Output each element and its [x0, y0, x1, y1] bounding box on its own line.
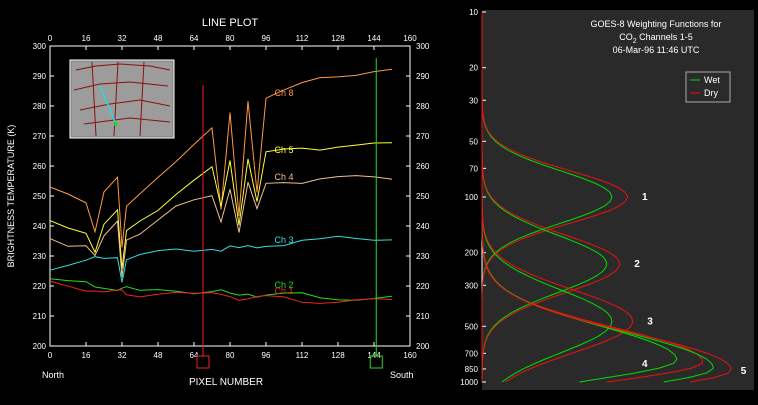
series-label-ch-1: Ch 1 [274, 286, 293, 296]
y-tick-label-right-10: 300 [416, 42, 430, 51]
x-tick-label-top-2: 32 [118, 34, 127, 43]
pressure-tick-label-9: 700 [465, 349, 479, 358]
weighting-function-panel: GOES-8 Weighting Functions for CO2 Chann… [442, 0, 758, 400]
series-label-ch-8: Ch 8 [274, 88, 293, 98]
inset-map-image [69, 59, 175, 139]
y-tick-label-right-2: 220 [416, 282, 430, 291]
weighting-plot-area [482, 10, 754, 390]
line-plot-chart: LINE PLOT PIXEL NUMBER BRIGHTNESS TEMPER… [0, 0, 442, 400]
y-tick-label-right-3: 230 [416, 252, 430, 261]
north-label: North [42, 370, 64, 380]
y-tick-label-right-7: 270 [416, 132, 430, 141]
y-tick-label-left-10: 300 [33, 42, 47, 51]
x-tick-label-bottom-0: 0 [48, 351, 53, 360]
pressure-tick-label-1: 20 [469, 64, 478, 73]
x-tick-label-bottom-7: 112 [296, 351, 309, 360]
weighting-legend: Wet Dry [685, 71, 731, 103]
x-tick-label-top-8: 128 [331, 34, 345, 43]
pressure-tick-label-0: 10 [469, 8, 478, 17]
y-tick-label-right-6: 260 [416, 162, 430, 171]
series-label-ch-4: Ch 4 [274, 172, 293, 182]
y-tick-label-right-1: 210 [416, 312, 430, 321]
x-tick-label-bottom-1: 16 [82, 351, 91, 360]
x-tick-label-bottom-5: 80 [226, 351, 235, 360]
y-tick-label-left-9: 290 [33, 72, 47, 81]
y-tick-label-left-5: 250 [33, 192, 47, 201]
channel-label-5: 5 [741, 366, 747, 377]
channel-label-3: 3 [647, 316, 653, 327]
y-tick-label-right-8: 280 [416, 102, 430, 111]
y-tick-label-right-9: 290 [416, 72, 430, 81]
pressure-tick-label-8: 500 [465, 322, 479, 331]
legend-wet-label: Wet [704, 75, 720, 85]
x-tick-label-bottom-8: 128 [331, 351, 345, 360]
pressure-tick-label-7: 300 [465, 281, 479, 290]
legend-dry-label: Dry [704, 88, 718, 98]
y-axis-label: BRIGHTNESS TEMPERATURE (K) [6, 125, 16, 268]
channel-label-1: 1 [642, 192, 648, 203]
series-label-ch-5: Ch 5 [274, 145, 293, 155]
y-tick-label-right-4: 240 [416, 222, 430, 231]
x-tick-label-top-4: 64 [190, 34, 199, 43]
y-tick-label-left-7: 270 [33, 132, 47, 141]
x-tick-label-bottom-10: 160 [403, 351, 417, 360]
pressure-tick-label-3: 50 [469, 137, 478, 146]
weighting-title-line3: 06-Mar-96 11:46 UTC [613, 45, 700, 55]
x-axis-label: PIXEL NUMBER [189, 377, 263, 388]
weighting-function-chart: GOES-8 Weighting Functions for CO2 Chann… [442, 0, 758, 400]
pressure-tick-label-6: 200 [465, 249, 479, 258]
y-tick-label-left-8: 280 [33, 102, 47, 111]
pressure-tick-label-4: 70 [469, 164, 478, 173]
y-tick-label-right-0: 200 [416, 342, 430, 351]
x-tick-label-top-9: 144 [367, 34, 381, 43]
pressure-tick-label-10: 850 [465, 365, 479, 374]
y-tick-label-left-0: 200 [33, 342, 47, 351]
line-plot-title: LINE PLOT [202, 17, 259, 29]
channel-label-4: 4 [642, 359, 648, 370]
y-tick-label-left-6: 260 [33, 162, 47, 171]
x-tick-label-top-6: 96 [262, 34, 271, 43]
x-tick-label-top-1: 16 [82, 34, 91, 43]
x-tick-label-bottom-3: 48 [154, 351, 163, 360]
line-plot-panel: LINE PLOT PIXEL NUMBER BRIGHTNESS TEMPER… [0, 0, 442, 400]
pressure-tick-label-5: 100 [465, 193, 479, 202]
x-tick-label-top-3: 48 [154, 34, 163, 43]
x-tick-label-top-0: 0 [48, 34, 53, 43]
y-tick-label-left-1: 210 [33, 312, 47, 321]
series-label-ch-3: Ch 3 [274, 235, 293, 245]
south-label: South [390, 370, 414, 380]
weighting-title-line1: GOES-8 Weighting Functions for [591, 19, 722, 29]
x-tick-label-bottom-6: 96 [262, 351, 271, 360]
y-tick-label-right-5: 250 [416, 192, 430, 201]
y-tick-label-left-3: 230 [33, 252, 47, 261]
y-tick-label-left-2: 220 [33, 282, 47, 291]
x-tick-label-top-5: 80 [226, 34, 235, 43]
y-tick-label-left-4: 240 [33, 222, 47, 231]
x-tick-label-top-7: 112 [296, 34, 309, 43]
pressure-tick-label-11: 1000 [460, 378, 478, 387]
channel-label-2: 2 [634, 259, 640, 270]
x-tick-label-bottom-2: 32 [118, 351, 127, 360]
pressure-tick-label-2: 30 [469, 96, 478, 105]
